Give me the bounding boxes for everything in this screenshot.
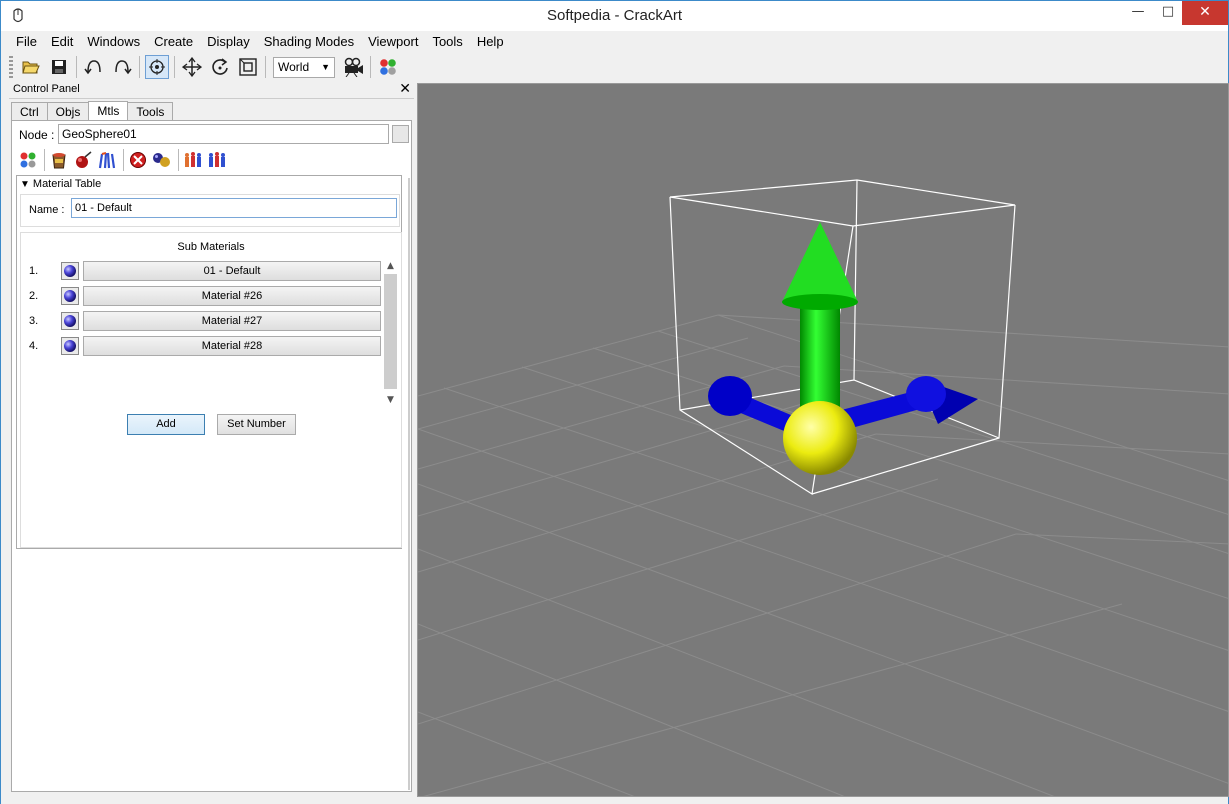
- menu-help[interactable]: Help: [470, 32, 511, 52]
- toolbar-separator: [265, 56, 266, 78]
- material-table-label: Material Table: [32, 178, 102, 190]
- gizmo-pivot: [783, 401, 857, 475]
- toolbar-separator: [76, 56, 77, 78]
- node-label: Node :: [19, 128, 55, 142]
- camera-icon[interactable]: [341, 55, 365, 79]
- set-number-button[interactable]: Set Number: [217, 414, 296, 435]
- sub-material-row: 1. 01 - Default: [29, 261, 381, 281]
- delete-material-icon[interactable]: [127, 149, 149, 171]
- scrollbar-thumb[interactable]: [384, 274, 397, 389]
- sub-material-button[interactable]: Material #26: [83, 286, 381, 306]
- material-table-section: ▼ Material Table Name : 01 - Default Sub…: [16, 175, 402, 549]
- sub-materials-title: Sub Materials: [177, 241, 245, 253]
- icon-separator: [178, 149, 179, 171]
- material-sphere-icon[interactable]: [61, 262, 79, 280]
- title-bar: Softpedia - CrackArt — □ ✕: [1, 1, 1228, 31]
- figure-material-icon[interactable]: [182, 149, 204, 171]
- tab-ctrl[interactable]: Ctrl: [11, 102, 48, 121]
- apply-material-icon[interactable]: [72, 149, 94, 171]
- sub-material-button[interactable]: 01 - Default: [83, 261, 381, 281]
- redo-icon[interactable]: [110, 55, 134, 79]
- panel-tabs: Ctrl Objs Mtls Tools: [11, 101, 174, 122]
- panel-scrollbar[interactable]: [406, 178, 413, 790]
- node-field[interactable]: GeoSphere01: [58, 124, 389, 144]
- rotate-icon[interactable]: [208, 55, 232, 79]
- tab-objs[interactable]: Objs: [46, 102, 90, 121]
- toolbar-separator: [370, 56, 371, 78]
- coordinate-system-select[interactable]: World ▼: [273, 56, 335, 78]
- sub-materials-group: Sub Materials 1. 01 - Default 2. Materia…: [20, 232, 402, 548]
- material-tools-row: [17, 149, 230, 171]
- material-sphere-icon[interactable]: [61, 312, 79, 330]
- app-window: Softpedia - CrackArt — □ ✕ File Edit Win…: [0, 0, 1229, 804]
- select-icon[interactable]: [145, 55, 169, 79]
- tab-mtls[interactable]: Mtls: [88, 101, 129, 122]
- menu-create[interactable]: Create: [147, 32, 200, 52]
- window-title: Softpedia - CrackArt: [546, 7, 683, 24]
- tab-tools[interactable]: Tools: [127, 102, 174, 121]
- paint-bucket-icon[interactable]: [48, 149, 70, 171]
- viewport-canvas[interactable]: [418, 84, 1229, 797]
- material-name-field[interactable]: 01 - Default: [71, 198, 397, 218]
- coordinate-system-value: World: [278, 60, 310, 74]
- menu-file[interactable]: File: [9, 32, 44, 52]
- scroll-up-icon[interactable]: ▲: [383, 261, 398, 273]
- sub-material-button[interactable]: Material #27: [83, 311, 381, 331]
- control-panel: Control Panel ✕ Ctrl Objs Mtls Tools Nod…: [9, 81, 414, 798]
- control-panel-header: Control Panel ✕: [9, 81, 414, 99]
- chevron-down-icon: ▼: [321, 62, 330, 72]
- undo-icon[interactable]: [82, 55, 106, 79]
- panel-close-icon[interactable]: ✕: [399, 81, 411, 97]
- material-name-label: Name :: [29, 204, 65, 216]
- scale-icon[interactable]: [236, 55, 260, 79]
- sub-material-row: 3. Material #27: [29, 311, 381, 331]
- sub-materials-scrollbar[interactable]: ▲ ▼: [383, 261, 398, 407]
- scroll-down-icon[interactable]: ▼: [383, 395, 398, 407]
- materials-icon[interactable]: [376, 55, 400, 79]
- open-icon[interactable]: [19, 55, 43, 79]
- material-sphere-icon[interactable]: [61, 287, 79, 305]
- menu-tools[interactable]: Tools: [425, 32, 469, 52]
- materials-tab-content: Node : GeoSphere01 ▼ Material Table Name…: [11, 120, 412, 792]
- menu-edit[interactable]: Edit: [44, 32, 80, 52]
- sub-material-number: 4.: [29, 340, 39, 352]
- material-sphere-icon[interactable]: [61, 337, 79, 355]
- main-toolbar: World ▼: [9, 53, 1222, 81]
- material-table-header[interactable]: ▼ Material Table: [20, 178, 101, 190]
- sub-material-number: 1.: [29, 265, 39, 277]
- minimize-button[interactable]: —: [1123, 1, 1153, 25]
- material-spheres-icon[interactable]: [151, 149, 173, 171]
- sub-material-row: 2. Material #26: [29, 286, 381, 306]
- sub-material-number: 3.: [29, 315, 39, 327]
- sub-material-button[interactable]: Material #28: [83, 336, 381, 356]
- material-name-group: Name : 01 - Default: [20, 194, 400, 227]
- menu-shading-modes[interactable]: Shading Modes: [257, 32, 361, 52]
- figure-material-alt-icon[interactable]: [206, 149, 228, 171]
- menu-windows[interactable]: Windows: [80, 32, 147, 52]
- maximize-button[interactable]: □: [1153, 1, 1183, 25]
- move-icon[interactable]: [180, 55, 204, 79]
- toolbar-separator: [174, 56, 175, 78]
- sub-material-row: 4. Material #28: [29, 336, 381, 356]
- sub-material-number: 2.: [29, 290, 39, 302]
- material-palette-icon[interactable]: [17, 149, 39, 171]
- node-pick-button[interactable]: [392, 125, 409, 143]
- save-icon[interactable]: [47, 55, 71, 79]
- multi-material-icon[interactable]: [96, 149, 118, 171]
- 3d-viewport[interactable]: [417, 83, 1229, 797]
- window-bottom-edge: [1, 797, 1228, 804]
- toolbar-separator: [139, 56, 140, 78]
- add-button[interactable]: Add: [127, 414, 205, 435]
- menu-display[interactable]: Display: [200, 32, 257, 52]
- icon-separator: [44, 149, 45, 171]
- menu-bar: File Edit Windows Create Display Shading…: [9, 32, 511, 52]
- control-panel-title: Control Panel: [13, 83, 80, 95]
- toolbar-grip[interactable]: [9, 56, 13, 78]
- icon-separator: [123, 149, 124, 171]
- close-button[interactable]: ✕: [1182, 1, 1228, 25]
- collapse-triangle-icon: ▼: [20, 178, 30, 190]
- menu-viewport[interactable]: Viewport: [361, 32, 425, 52]
